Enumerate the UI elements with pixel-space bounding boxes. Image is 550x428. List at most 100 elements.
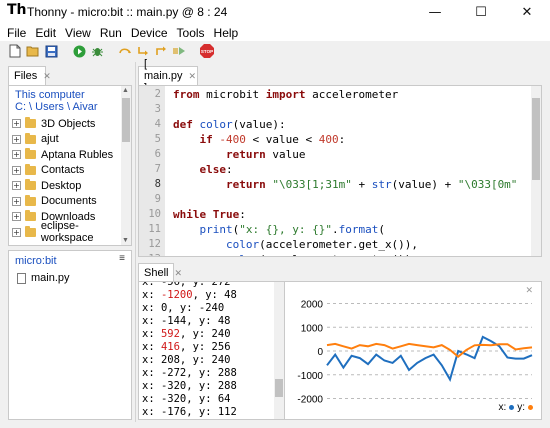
microbit-file-main[interactable]: main.py <box>17 272 70 284</box>
shell-line: x: -320, y: 64 <box>142 393 231 405</box>
scroll-down-icon[interactable]: ▼ <box>122 237 129 244</box>
legend-y-label: y: <box>517 402 525 413</box>
code-line: from microbit import accelerometer <box>173 88 399 101</box>
line-number: 11 <box>148 223 161 235</box>
tree-item-3d-objects[interactable]: + 3D Objects <box>12 116 95 131</box>
tab-main-py[interactable]: [ main.py ]✕ <box>138 58 198 94</box>
close-icon[interactable]: ✕ <box>43 71 51 82</box>
scroll-up-icon[interactable]: ▲ <box>122 87 129 94</box>
expand-icon[interactable]: + <box>12 181 21 190</box>
code-editor[interactable]: 2 3 4 5 6 7 8 9 10 11 12 13 from microbi… <box>138 85 542 257</box>
scroll-thumb[interactable] <box>275 379 283 397</box>
close-icon[interactable]: ✕ <box>189 71 197 82</box>
step-over-icon[interactable] <box>118 44 132 58</box>
code-line: else: <box>199 163 233 176</box>
line-number: 13 <box>148 253 161 256</box>
shell-line: x: -144, y: 48 <box>142 315 231 327</box>
open-icon[interactable] <box>26 44 40 58</box>
code-line: print("x: {}, y: {}".format( <box>199 223 385 236</box>
new-file-icon[interactable] <box>8 44 22 58</box>
this-computer-link[interactable]: This computer <box>15 89 85 101</box>
expand-icon[interactable]: + <box>12 196 21 206</box>
thonny-logo-icon: Th <box>7 2 27 18</box>
plotter-panel: ✕ 2000 1000 0 -1000 -2000 x: y: <box>285 281 542 420</box>
shell-line: x: -56, y: 272 <box>142 281 231 288</box>
microbit-files-panel: micro:bit ≡ main.py <box>8 250 132 420</box>
stop-icon[interactable]: STOP <box>200 44 214 58</box>
maximize-button[interactable]: ☐ <box>458 0 504 24</box>
shell-scrollbar[interactable] <box>274 282 284 419</box>
line-number: 5 <box>154 133 161 145</box>
tree-item-contacts[interactable]: + Contacts <box>12 163 84 178</box>
expand-icon[interactable]: + <box>12 119 21 128</box>
scroll-thumb[interactable] <box>122 98 130 142</box>
menu-device[interactable]: Device <box>128 26 174 40</box>
legend-x-label: x: <box>498 402 507 413</box>
tree-item-documents[interactable]: + Documents <box>12 194 97 209</box>
line-number: 12 <box>148 238 161 250</box>
tree-item-desktop[interactable]: + Desktop <box>12 178 81 193</box>
line-number-gutter: 2 3 4 5 6 7 8 9 10 11 12 13 <box>139 86 165 256</box>
menu-edit[interactable]: Edit <box>32 26 62 40</box>
code-line: color(accelerometer.get_y()) <box>173 253 411 256</box>
y-tick-label: -1000 <box>297 371 323 382</box>
close-button[interactable]: ✕ <box>504 0 550 24</box>
menu-icon[interactable]: ≡ <box>119 253 125 264</box>
menu-file[interactable]: File <box>4 26 32 40</box>
line-number: 3 <box>154 103 161 115</box>
step-into-icon[interactable] <box>136 44 150 58</box>
tab-files[interactable]: Files ✕ <box>8 66 51 85</box>
expand-icon[interactable]: + <box>12 227 21 237</box>
folder-icon <box>25 163 36 175</box>
folder-icon <box>25 194 36 206</box>
menu-help[interactable]: Help <box>211 26 245 40</box>
tree-item-ajut[interactable]: + ajut <box>12 132 59 147</box>
line-number: 8 <box>154 178 161 190</box>
tree-item-aptana-rubles[interactable]: + Aptana Rubles <box>12 147 113 162</box>
save-icon[interactable] <box>44 44 58 58</box>
expand-icon[interactable]: + <box>12 212 21 221</box>
debug-icon[interactable] <box>90 44 104 58</box>
shell-output[interactable]: x: -56, y: 272 x: -1200, y: 48 x: 0, y: -2… <box>138 281 285 420</box>
close-icon[interactable]: ✕ <box>174 268 182 279</box>
panel-splitter[interactable] <box>135 62 136 422</box>
menu-view[interactable]: View <box>62 26 97 40</box>
stop-label: STOP <box>201 49 213 54</box>
resume-icon[interactable] <box>172 44 186 58</box>
shell-line: x: 416, y: 256 <box>142 341 231 353</box>
tree-item-eclipse-workspace[interactable]: + eclipse-workspace <box>12 220 131 244</box>
expand-icon[interactable]: + <box>12 134 21 144</box>
code-line: return "\033[1;31m" + str(value) + "\033… <box>225 178 518 191</box>
y-tick-label: 1000 <box>301 323 324 334</box>
shell-line: x: -272, y: 288 <box>142 367 237 379</box>
tree-item-label: Documents <box>41 195 97 207</box>
y-tick-label: -2000 <box>297 395 323 406</box>
editor-scrollbar[interactable] <box>531 86 541 256</box>
shell-line: x: -176, y: 112 <box>142 406 237 418</box>
line-number: 7 <box>154 163 161 175</box>
menu-tools[interactable]: Tools <box>174 26 211 40</box>
files-tree: This computer C: \ Users \ Aivar + 3D Ob… <box>8 85 132 246</box>
code-line: def color(value): <box>173 118 286 131</box>
expand-icon[interactable]: + <box>12 165 21 175</box>
folder-icon <box>25 132 36 144</box>
tab-shell[interactable]: Shell ✕ <box>138 263 182 282</box>
toolbar: STOP <box>0 41 550 61</box>
code-line: color(accelerometer.get_x()), <box>225 238 419 251</box>
scroll-thumb[interactable] <box>532 98 540 180</box>
line-number: 9 <box>154 193 161 205</box>
minimize-button[interactable]: — <box>412 0 458 24</box>
folder-icon <box>25 117 36 128</box>
breadcrumb[interactable]: C: \ Users \ Aivar <box>15 101 98 113</box>
menu-run[interactable]: Run <box>97 26 128 40</box>
y-tick-label: 2000 <box>301 300 324 311</box>
tab-files-label: Files <box>14 70 38 82</box>
step-out-icon[interactable] <box>154 44 168 58</box>
window-title: Thonny - micro:bit :: main.py @ 8 : 24 <box>27 5 228 19</box>
code-line: return value <box>225 148 306 161</box>
expand-icon[interactable]: + <box>12 150 21 159</box>
tree-item-label: eclipse-workspace <box>40 220 94 244</box>
files-scrollbar[interactable]: ▲ ▼ <box>121 86 131 245</box>
plot-chart: 2000 1000 0 -1000 -2000 <box>297 300 533 406</box>
run-icon[interactable] <box>72 44 86 58</box>
